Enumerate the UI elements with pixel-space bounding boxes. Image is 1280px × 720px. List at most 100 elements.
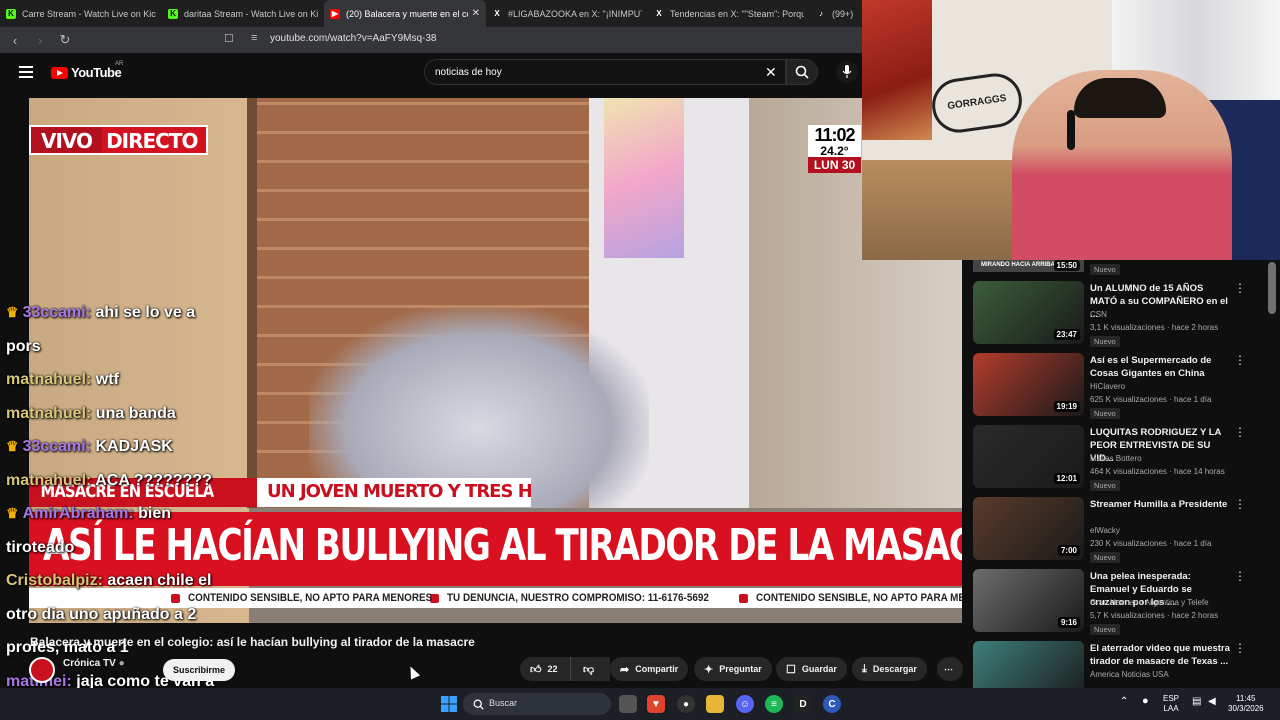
recommended-channel[interactable]: Matias Bottero [1090,454,1142,463]
recommended-channel[interactable]: Gran Hermano Argentina y Telefe [1090,598,1209,607]
recommended-title[interactable]: El aterrador video que muestra tirador d… [1090,642,1230,668]
tab-favicon-icon: X [656,9,662,18]
youtube-logo[interactable]: YouTube [51,65,122,80]
live-badge-directo: DIRECTO [102,125,208,155]
browser-tab[interactable]: ▶ (20) Balacera y muerte en el colegio ✕ [324,0,486,27]
subscribe-button[interactable]: Suscribirme [163,659,235,681]
recommended-video[interactable]: 19:19 Así es el Supermercado de Cosas Gig… [972,353,1268,419]
back-icon[interactable]: ‹ [5,30,25,50]
menu-icon[interactable] [19,66,33,78]
ask-button[interactable]: ✦ Preguntar [694,657,772,681]
bookmark-icon[interactable]: ☐ [224,32,234,45]
region-code: AR [115,61,124,67]
recommended-list: 23:47 Un ALUMNO de 15 AÑOS MATÓ a su COMP… [972,260,1268,690]
share-button[interactable]: ➦ Compartir [610,657,689,681]
recommended-video[interactable]: El aterrador video que muestra tirador d… [972,641,1268,690]
app-icon[interactable]: C [823,695,841,713]
crown-badge-icon: ♛ [6,304,19,320]
taskbar-clock[interactable]: 11:45 30/3/2026 [1228,694,1264,714]
layout-code: LAA [1163,704,1179,713]
share-icon: ➦ [620,663,630,676]
chat-text: una banda [95,404,176,422]
video-thumbnail[interactable]: 9:16 [973,569,1084,632]
brave-browser-icon[interactable]: ▼ [647,695,665,713]
download-icon: ⤓ [862,662,867,675]
network-icon[interactable]: ▤ [1192,697,1201,707]
taskbar-search-icon [473,699,484,710]
channel-name[interactable]: Crónica TV ● [63,658,125,669]
chrome-icon[interactable]: ● [677,695,695,713]
volume-icon[interactable]: ◀ [1208,697,1216,707]
tab-title: (99+) [832,8,854,19]
task-view-icon[interactable] [619,695,637,713]
recommended-video[interactable]: 9:16 Una pelea inesperada: Emanuel y Edua… [972,569,1268,635]
recommended-channel[interactable]: elWacky [1090,526,1120,535]
discord-icon[interactable]: ☺ [736,695,754,713]
recommended-title[interactable]: Así es el Supermercado de Cosas Gigantes… [1090,354,1230,380]
more-actions-button[interactable]: ⋯ [937,657,963,681]
close-tab-icon[interactable]: ✕ [472,8,480,19]
browser-tab[interactable]: X Tendencias en X: ""Steam": Porque V [648,0,810,27]
video-thumbnail[interactable]: 12:01 [973,425,1084,488]
browser-tab[interactable]: X #LIGABAZOOKA en X: "¡INIMPUTABLE [486,0,648,27]
more-options-icon[interactable]: ⋮ [1234,497,1246,511]
taskbar-search[interactable]: Buscar [463,693,611,715]
recommended-channel[interactable]: America Noticias USA [1090,670,1169,679]
url-field[interactable]: youtube.com/watch?v=AaFY9Msq-38 [270,33,436,44]
browser-tab[interactable]: ♪ (99+) [810,0,862,27]
recommended-channel[interactable]: HiClavero [1090,382,1125,391]
ticker-item: TU DENUNCIA, NUESTRO COMPROMISO: 11-6176… [447,592,709,604]
dc-app-icon[interactable]: D [794,695,812,713]
save-button[interactable]: ☐ Guardar [776,657,847,681]
video-thumbnail[interactable] [973,641,1084,690]
clear-search-icon[interactable]: ✕ [765,64,777,81]
video-thumbnail[interactable]: 7:00 [973,497,1084,560]
file-explorer-icon[interactable] [706,695,724,713]
language-code: ESP [1163,694,1180,703]
browser-tab-bar: K Carre Stream - Watch Live on Kick Kdarit… [0,0,862,27]
video-duration: 9:16 [1057,617,1080,628]
tray-mic-icon[interactable]: ● [1142,696,1149,707]
more-options-icon[interactable]: ⋮ [1234,569,1246,583]
dislike-button[interactable]: 👎︎ [570,657,608,681]
recommended-video[interactable]: 23:47 Un ALUMNO de 15 AÑOS MATÓ a su COMP… [972,281,1268,347]
channel-avatar[interactable] [29,657,55,683]
recommended-title[interactable]: Streamer Humilla a Presidente [1090,498,1230,511]
video-scene-door [247,98,257,508]
more-options-icon[interactable]: ⋮ [1234,425,1246,439]
video-player[interactable]: VIVO DIRECTO 11:02 24.2° LUN 30 MASACRE … [29,98,962,623]
search-button[interactable] [786,59,818,85]
video-thumbnail[interactable]: 23:47 [973,281,1084,344]
site-info-icon[interactable]: ≡ [251,32,257,44]
keyboard-language[interactable]: ESP LAA [1163,694,1179,714]
thumbs-up-icon: 👍︎ [530,663,542,676]
reload-icon[interactable]: ↻ [55,30,75,50]
sidebar-scrollbar[interactable] [1268,262,1276,314]
webcam-logo: GORRAGGS [928,69,1026,137]
recommended-video[interactable]: 7:00 Streamer Humilla a Presidente elWacky… [972,497,1268,563]
download-button[interactable]: ⤓ Descargar [852,657,927,681]
ticker-bullet-icon [739,593,748,603]
more-options-icon[interactable]: ⋮ [1234,353,1246,367]
search-input[interactable]: noticias de hoy ✕ [424,59,786,85]
spotify-icon[interactable]: ≡ [765,695,783,713]
recommended-title[interactable]: Un ALUMNO de 15 AÑOS MATÓ a su COMPAÑERO… [1090,282,1230,321]
more-options-icon[interactable]: ⋮ [1234,281,1246,295]
recommended-channel[interactable]: CSN [1090,310,1107,319]
windows-taskbar: Buscar ▼ ● ☺ ≡ D C ⌃ ● ESP LAA ▤ ◀ 11:45… [0,688,1280,720]
chat-text: tiroteado [6,538,75,556]
browser-tab[interactable]: K Carre Stream - Watch Live on Kick [0,0,162,27]
forward-icon[interactable]: › [30,30,50,50]
voice-search-button[interactable] [836,61,858,83]
thumbs-down-icon: 👎︎ [583,663,595,676]
recommended-meta: 464 K visualizaciones · hace 14 horas [1090,467,1225,476]
video-thumbnail[interactable]: 19:19 [973,353,1084,416]
browser-tab[interactable]: Kdaritaa Stream - Watch Live on Kick [162,0,324,27]
windows-start-icon[interactable] [440,695,458,713]
video-duration: 12:01 [1053,473,1080,484]
recommended-video[interactable]: 12:01 LUQUITAS RODRIGUEZ Y LA PEOR ENTREV… [972,425,1268,491]
more-options-icon[interactable]: ⋮ [1234,641,1246,655]
tab-title: Tendencias en X: ""Steam": Porque V [670,8,804,19]
tray-expand-icon[interactable]: ⌃ [1120,697,1128,707]
new-badge: Nuevo [1090,552,1120,563]
